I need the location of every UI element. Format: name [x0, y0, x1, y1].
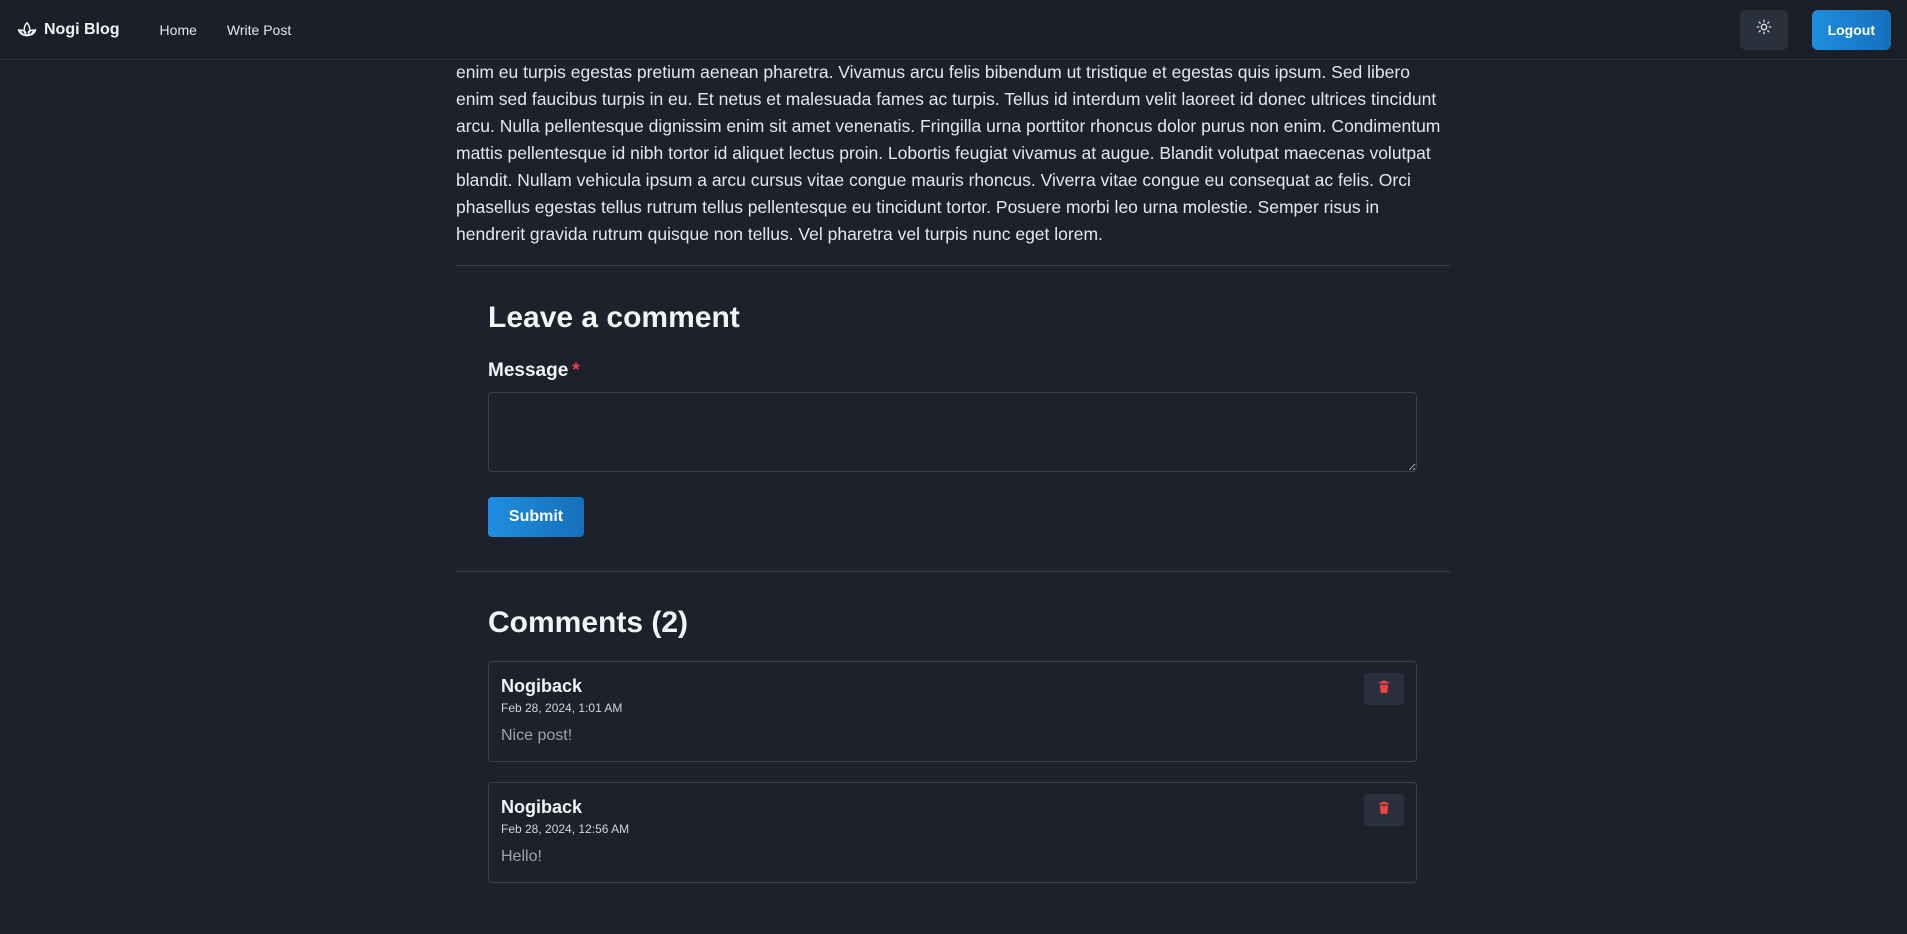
brand-link[interactable]: Nogi Blog — [16, 19, 120, 41]
comment-date: Feb 28, 2024, 12:56 AM — [501, 822, 630, 836]
comment-card: Nogiback Feb 28, 2024, 1:01 AM Nice post… — [488, 661, 1417, 762]
trash-icon — [1377, 800, 1391, 821]
nav-home-link[interactable]: Home — [160, 22, 197, 38]
sun-icon — [1756, 19, 1772, 40]
submit-button[interactable]: Submit — [488, 497, 584, 537]
brand-name: Nogi Blog — [44, 20, 120, 38]
nav-links: Home Write Post — [160, 22, 292, 38]
delete-comment-button[interactable] — [1364, 794, 1404, 826]
trash-icon — [1377, 679, 1391, 700]
theme-toggle-button[interactable] — [1739, 9, 1788, 50]
comment-form: Leave a comment Message * Submit — [488, 300, 1417, 537]
required-mark: * — [572, 360, 580, 381]
lotus-logo-icon — [16, 19, 38, 41]
comment-text: Nice post! — [501, 727, 573, 744]
message-textarea[interactable] — [488, 392, 1417, 472]
comment-text: Hello! — [501, 848, 542, 865]
comment-date: Feb 28, 2024, 1:01 AM — [501, 701, 623, 715]
nav-write-post-link[interactable]: Write Post — [227, 22, 291, 38]
comment-author: Nogiback — [501, 676, 583, 696]
top-navbar: Nogi Blog Home Write Post Logout — [0, 0, 1907, 60]
form-divider — [456, 571, 1450, 572]
message-label: Message * — [488, 360, 1417, 382]
delete-comment-button[interactable] — [1364, 673, 1404, 705]
comment-card: Nogiback Feb 28, 2024, 12:56 AM Hello! — [488, 782, 1417, 883]
comment-author: Nogiback — [501, 797, 583, 817]
comment-form-heading: Leave a comment — [488, 301, 740, 334]
post-divider — [456, 265, 1450, 266]
comments-heading: Comments (2) — [488, 606, 689, 639]
comments-section: Comments (2) Nogiback Feb 28, 2024, 1:01… — [488, 605, 1417, 883]
post-body-text: enim eu turpis egestas pretium aenean ph… — [456, 62, 1441, 244]
logout-button[interactable]: Logout — [1811, 9, 1891, 50]
nav-actions: Logout — [1739, 9, 1891, 50]
message-label-text: Message — [488, 360, 569, 381]
